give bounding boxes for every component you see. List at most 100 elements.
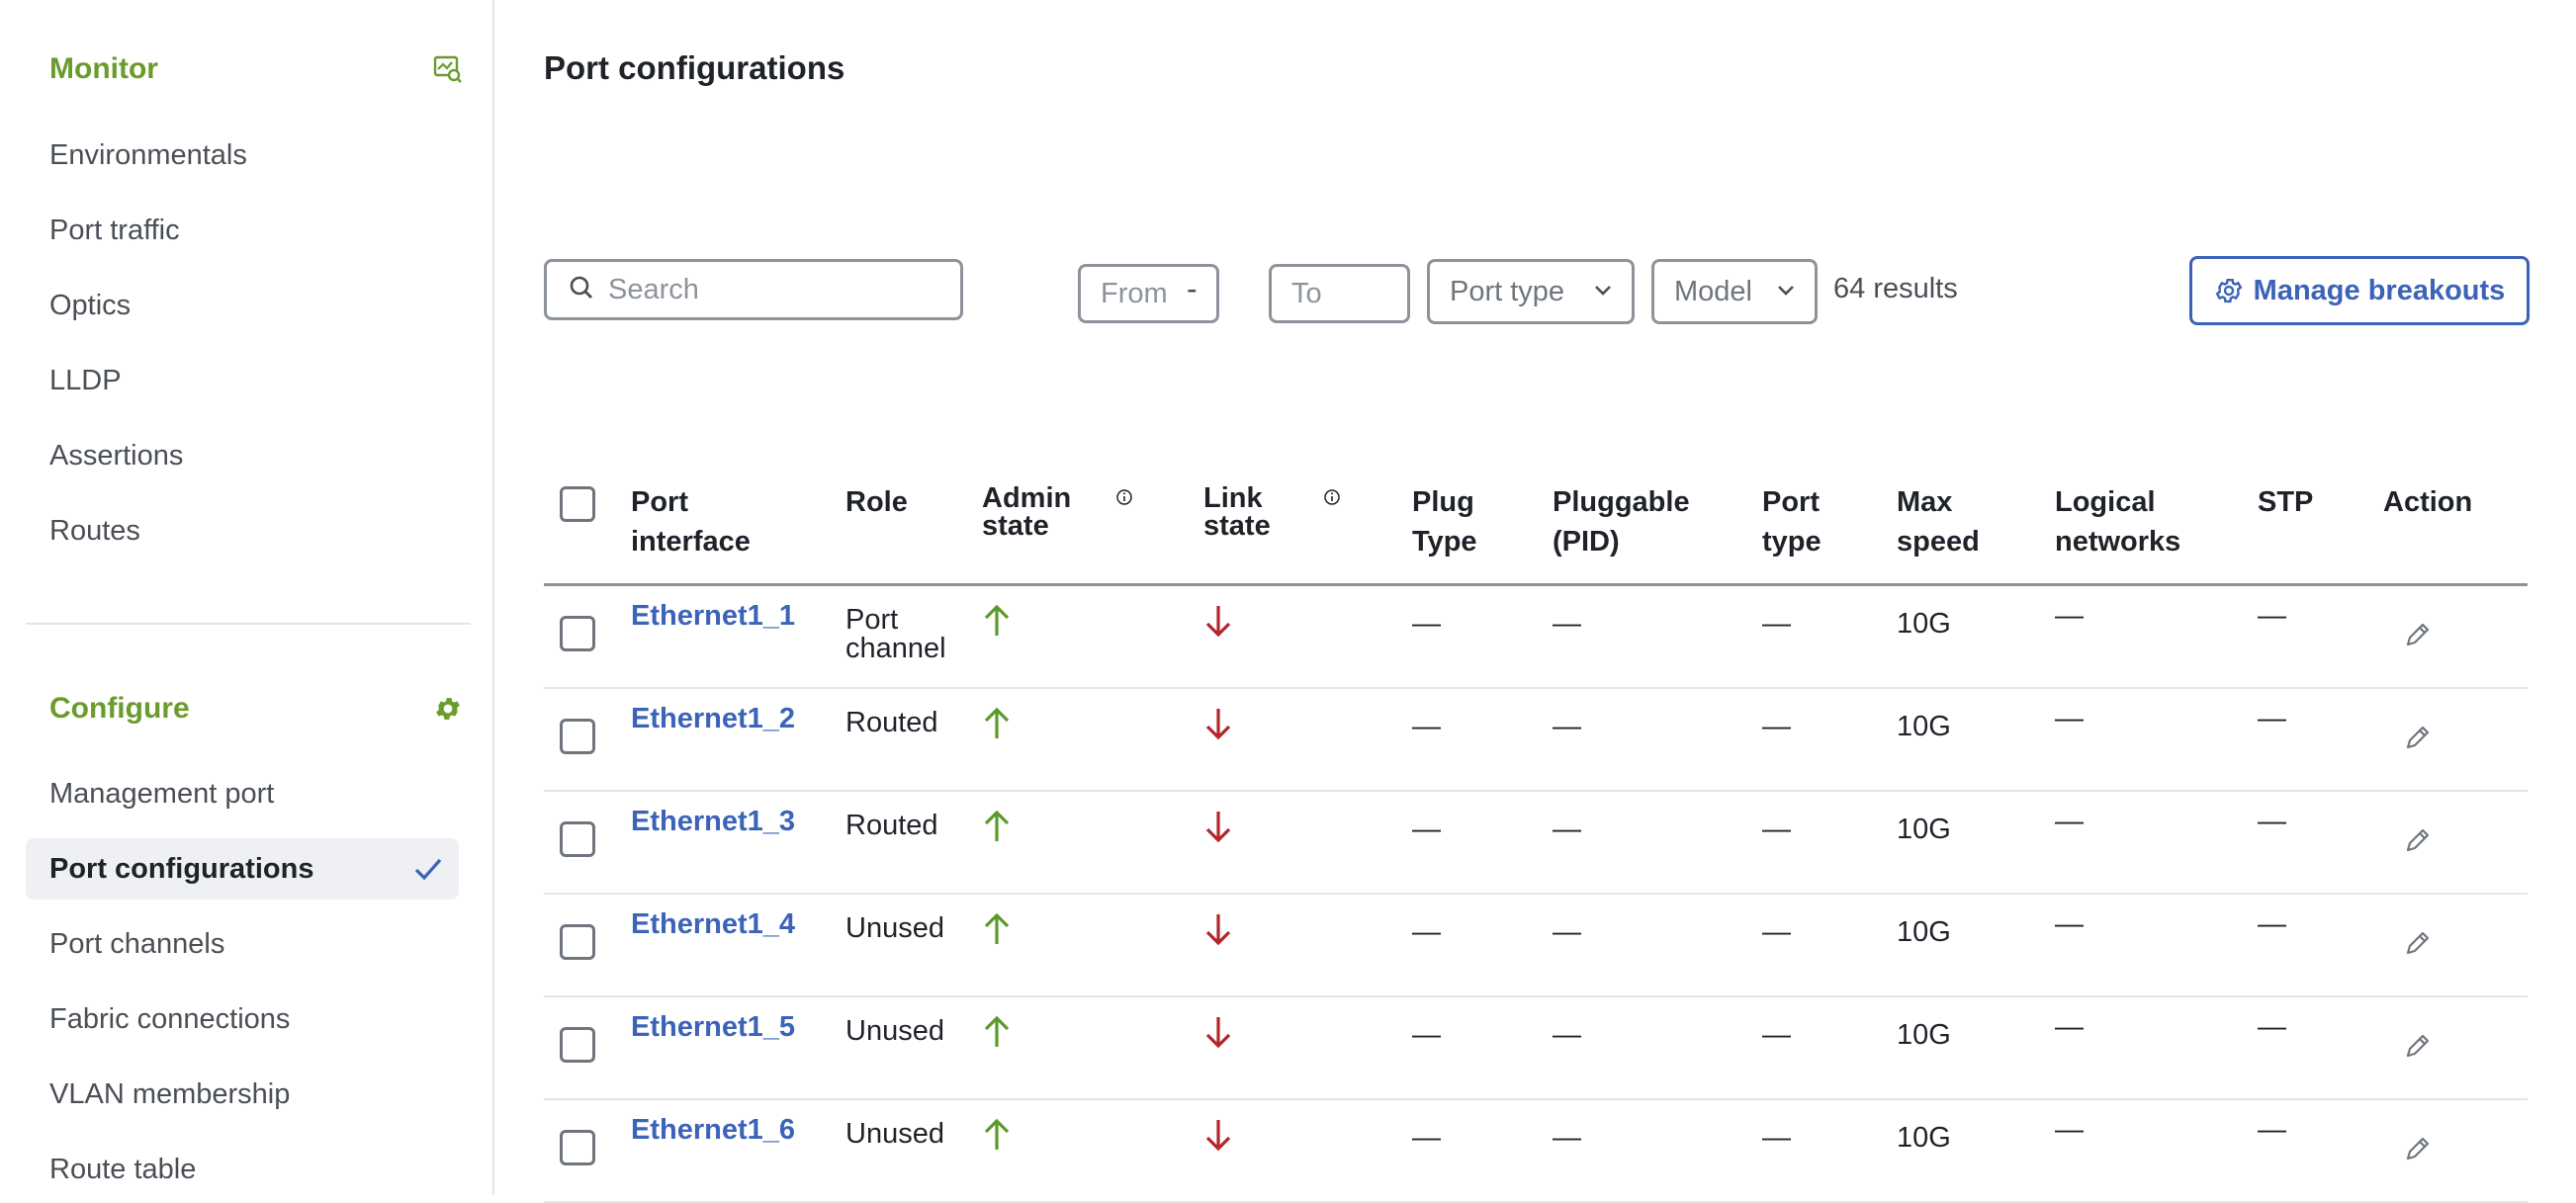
max-speed-value: 10G [1897, 814, 1951, 845]
stp-value: — [2258, 1011, 2286, 1043]
row-checkbox[interactable] [560, 616, 595, 651]
plug-type-value: — [1412, 1122, 1441, 1154]
arrow-up-icon [982, 810, 1012, 849]
info-icon[interactable] [1323, 488, 1341, 511]
col-logical-networks[interactable]: Logical networks [2055, 482, 2223, 561]
plug-type-value: — [1412, 814, 1441, 845]
search-input[interactable] [606, 272, 946, 307]
row-checkbox[interactable] [560, 719, 595, 754]
stp-value: — [2258, 600, 2286, 632]
manage-breakouts-button[interactable]: Manage breakouts [2189, 256, 2530, 325]
table-row: Ethernet1_3 Routed — — — 10G — — [544, 792, 2528, 895]
port-interface-link[interactable]: Ethernet1_2 [631, 703, 795, 734]
monitor-search-icon[interactable] [431, 52, 465, 86]
monitor-section-title: Monitor [49, 52, 158, 85]
sidebar-item-optics[interactable]: Optics [26, 275, 459, 336]
app-root: Monitor Environmentals Port traffic Optics… [0, 0, 2576, 1203]
manage-breakouts-label: Manage breakouts [2253, 274, 2506, 306]
table-header: Port interface Role Admin state Link sta… [544, 465, 2528, 586]
logical-networks-value: — [2055, 600, 2084, 632]
table-row: Ethernet1_6 Unused — — — 10G — — [544, 1100, 2528, 1203]
edit-pencil-icon[interactable] [2403, 825, 2433, 861]
sidebar-item-assertions[interactable]: Assertions [26, 425, 459, 486]
to-input[interactable] [1269, 264, 1410, 323]
logical-networks-value: — [2055, 908, 2084, 940]
table-row: Ethernet1_4 Unused — — — 10G — — [544, 895, 2528, 997]
role-value: Routed [845, 810, 938, 841]
results-count: 64 results [1833, 273, 1958, 304]
col-link-state-label: Link state [1203, 482, 1271, 542]
sidebar-item-lldp[interactable]: LLDP [26, 350, 459, 411]
port-table: Port interface Role Admin state Link sta… [544, 465, 2528, 1203]
sidebar-item-route-table[interactable]: Route table [26, 1139, 459, 1200]
col-admin-state[interactable]: Admin state [982, 482, 1101, 542]
role-value: Unused [845, 1118, 944, 1150]
sidebar: Monitor Environmentals Port traffic Optics… [0, 0, 494, 1195]
edit-pencil-icon[interactable] [2403, 723, 2433, 758]
arrow-down-icon [1203, 1118, 1233, 1158]
select-all-checkbox[interactable] [560, 486, 595, 522]
configure-section-header: Configure [49, 689, 465, 729]
sidebar-item-label: Fabric connections [49, 1002, 291, 1035]
main-content: Port configurations - Port type [494, 0, 2576, 1203]
port-interface-link[interactable]: Ethernet1_1 [631, 600, 795, 632]
info-icon[interactable] [1115, 488, 1133, 511]
col-port-interface[interactable]: Port interface [631, 482, 779, 561]
range-separator: - [1187, 271, 1198, 306]
role-value: Unused [845, 912, 944, 944]
plug-type-value: — [1412, 608, 1441, 640]
col-plug-type[interactable]: Plug Type [1412, 482, 1501, 561]
col-stp[interactable]: STP [2258, 482, 2313, 522]
max-speed-value: 10G [1897, 1122, 1951, 1154]
port-interface-link[interactable]: Ethernet1_5 [631, 1011, 795, 1043]
row-checkbox[interactable] [560, 1027, 595, 1063]
search-box[interactable] [544, 259, 963, 320]
port-type-dropdown[interactable]: Port type [1427, 259, 1635, 324]
port-type-dropdown-label: Port type [1450, 275, 1565, 307]
port-interface-link[interactable]: Ethernet1_6 [631, 1114, 795, 1146]
arrow-down-icon [1203, 604, 1233, 644]
edit-pencil-icon[interactable] [2403, 1134, 2433, 1169]
port-interface-link[interactable]: Ethernet1_3 [631, 806, 795, 837]
sidebar-item-vlan-membership[interactable]: VLAN membership [26, 1064, 459, 1125]
col-port-type[interactable]: Port type [1762, 482, 1841, 561]
sidebar-item-management-port[interactable]: Management port [26, 763, 459, 824]
port-interface-link[interactable]: Ethernet1_4 [631, 908, 795, 940]
arrow-down-icon [1203, 912, 1233, 952]
sidebar-item-port-traffic[interactable]: Port traffic [26, 200, 459, 261]
edit-pencil-icon[interactable] [2403, 1031, 2433, 1067]
table-row: Ethernet1_2 Routed — — — 10G — — [544, 689, 2528, 792]
stp-value: — [2258, 806, 2286, 837]
row-checkbox[interactable] [560, 821, 595, 857]
col-role[interactable]: Role [845, 482, 908, 522]
row-checkbox[interactable] [560, 1130, 595, 1165]
search-icon [569, 275, 594, 305]
port-type-value: — [1762, 711, 1791, 742]
sidebar-item-port-configurations[interactable]: Port configurations [26, 838, 459, 900]
max-speed-value: 10G [1897, 1019, 1951, 1051]
col-link-state[interactable]: Link state [1203, 482, 1302, 542]
col-pluggable[interactable]: Pluggable (PID) [1553, 482, 1701, 561]
sidebar-item-routes[interactable]: Routes [26, 500, 459, 561]
chevron-down-icon [1592, 276, 1614, 308]
row-checkbox[interactable] [560, 924, 595, 960]
gear-icon[interactable] [431, 692, 465, 726]
edit-pencil-icon[interactable] [2403, 928, 2433, 964]
logical-networks-value: — [2055, 1114, 2084, 1146]
arrow-up-icon [982, 912, 1012, 952]
port-type-value: — [1762, 1122, 1791, 1154]
edit-pencil-icon[interactable] [2403, 620, 2433, 655]
pluggable-value: — [1553, 1019, 1581, 1051]
col-admin-state-label: Admin state [982, 482, 1072, 542]
sidebar-item-fabric-connections[interactable]: Fabric connections [26, 988, 459, 1050]
from-input[interactable] [1078, 264, 1219, 323]
model-dropdown[interactable]: Model [1651, 259, 1818, 324]
arrow-up-icon [982, 1118, 1012, 1158]
sidebar-item-label: Management port [49, 777, 275, 810]
col-max-speed[interactable]: Max speed [1897, 482, 1996, 561]
stp-value: — [2258, 908, 2286, 940]
sidebar-item-label: Port traffic [49, 214, 180, 246]
sidebar-item-environmentals[interactable]: Environmentals [26, 125, 459, 186]
sidebar-item-port-channels[interactable]: Port channels [26, 913, 459, 975]
role-value: Port channel [845, 604, 946, 664]
